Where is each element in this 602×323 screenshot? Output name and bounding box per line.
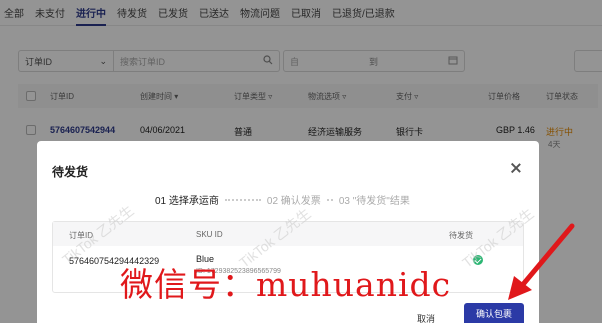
col-awaiting-shipment: 待发货 bbox=[449, 231, 473, 240]
col-order-id: 订单ID bbox=[69, 231, 93, 240]
step-select-carrier: 01 选择承运商 bbox=[155, 196, 219, 207]
confirm-package-button[interactable]: 确认包裹 bbox=[464, 303, 524, 323]
arrow-icon bbox=[508, 223, 575, 300]
check-icon bbox=[473, 255, 483, 265]
step-indicator: 01 选择承运商 02 确认发票 03 "待发货"结果 bbox=[155, 192, 410, 207]
cancel-button[interactable]: 取消 bbox=[402, 306, 450, 323]
step-divider bbox=[326, 198, 333, 201]
package-table-header: 订单ID SKU ID 待发货 bbox=[53, 222, 523, 246]
col-sku-id: SKU ID bbox=[196, 230, 223, 239]
step-confirm-invoice: 02 确认发票 bbox=[266, 196, 321, 207]
step-result: 03 "待发货"结果 bbox=[338, 196, 410, 207]
step-divider bbox=[224, 198, 261, 201]
promo-text: 微信号：muhuanidc bbox=[120, 265, 452, 304]
modal-title: 待发货 bbox=[52, 165, 89, 179]
close-icon[interactable] bbox=[509, 161, 523, 175]
